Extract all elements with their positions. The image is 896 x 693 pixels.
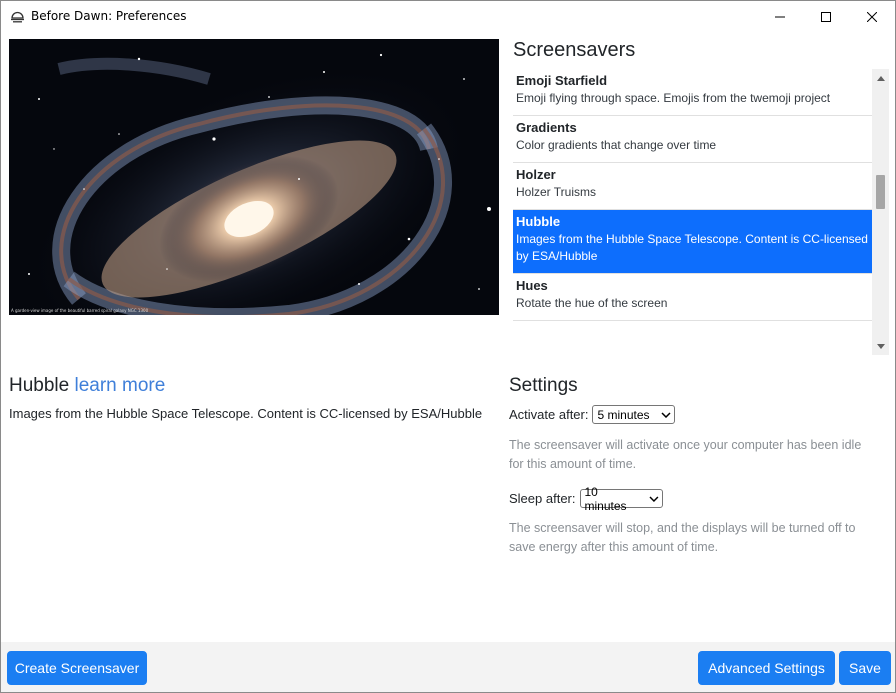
activate-help: The screensaver will activate once your … — [509, 438, 862, 471]
sleep-help: The screensaver will stop, and the displ… — [509, 521, 856, 554]
activate-value: 5 minutes — [597, 407, 650, 422]
chevron-down-icon — [876, 343, 885, 349]
screensaver-item-name: Hues — [516, 278, 548, 293]
screensaver-items: Emoji Starfield Emoji flying through spac… — [513, 69, 872, 321]
details-title: Hubble learn more — [9, 375, 165, 397]
sleep-label: Sleep after: — [509, 491, 576, 506]
screensaver-item-description: Holzer Truisms — [516, 185, 597, 199]
settings-heading: Settings — [509, 375, 578, 396]
screensaver-name: Hubble — [9, 375, 70, 396]
screensaver-item-name: Emoji Starfield — [516, 73, 608, 88]
learn-more-link[interactable]: learn more — [75, 375, 166, 396]
scroll-down-button[interactable] — [872, 338, 889, 355]
minimize-icon — [775, 16, 785, 17]
screensaver-item-description: Rotate the hue of the screen — [516, 296, 668, 310]
screensaver-preview: A garden-view image of the beautiful bar… — [9, 39, 499, 315]
activate-label: Activate after: — [509, 407, 589, 422]
scroll-up-button[interactable] — [872, 69, 889, 86]
before-dawn-icon — [10, 9, 25, 24]
close-icon — [867, 11, 877, 22]
scroll-thumb[interactable] — [876, 175, 885, 209]
maximize-icon — [821, 11, 831, 22]
screensaver-item-name: Holzer — [516, 167, 556, 182]
sleep-value: 10 minutes — [584, 484, 627, 513]
activate-select[interactable]: 5 minutes — [592, 405, 676, 424]
galaxy-image — [9, 39, 499, 315]
screensaver-item[interactable]: Hues Rotate the hue of the screen — [513, 274, 872, 321]
list-scrollbar[interactable] — [872, 69, 889, 355]
screensaver-item[interactable]: Holzer Holzer Truisms — [513, 163, 872, 210]
chevron-down-icon — [661, 411, 672, 418]
preview-caption: A garden-view image of the beautiful bar… — [11, 308, 149, 313]
window-title: Before Dawn: Preferences — [31, 9, 187, 23]
save-button[interactable]: Save — [839, 651, 891, 685]
chevron-down-icon — [649, 495, 659, 502]
advanced-settings-button[interactable]: Advanced Settings — [698, 651, 835, 685]
screensaver-item-name: Gradients — [516, 120, 577, 135]
details-description: Images from the Hubble Space Telescope. … — [9, 406, 483, 421]
create-screensaver-button[interactable]: Create Screensaver — [7, 651, 147, 685]
sleep-row: Sleep after: 10 minutes — [509, 485, 663, 513]
screensaver-item-description: Images from the Hubble Space Telescope. … — [516, 232, 868, 263]
preferences-window: Before Dawn: Preferences A garden-view i… — [0, 0, 896, 693]
close-button[interactable] — [849, 1, 895, 32]
maximize-button[interactable] — [803, 1, 849, 32]
minimize-button[interactable] — [757, 1, 803, 32]
footer-bar: Create Screensaver Advanced Settings Sav… — [1, 642, 895, 692]
screensaver-item-description: Emoji flying through space. Emojis from … — [516, 91, 831, 105]
screensaver-list[interactable]: Emoji Starfield Emoji flying through spac… — [513, 69, 889, 355]
sleep-select[interactable]: 10 minutes — [579, 485, 663, 513]
screensaver-item[interactable]: Hubble Images from the Hubble Space Teles… — [513, 210, 872, 274]
screensaver-item[interactable]: Gradients Color gradients that change ove… — [513, 116, 872, 163]
screensaver-item-description: Color gradients that change over time — [516, 138, 717, 152]
screensavers-heading: Screensavers — [513, 39, 636, 61]
screensaver-item-name: Hubble — [516, 214, 561, 229]
title-bar[interactable]: Before Dawn: Preferences — [1, 1, 895, 32]
screensaver-item[interactable]: Emoji Starfield Emoji flying through spac… — [513, 69, 872, 116]
activate-row: Activate after: 5 minutes — [509, 405, 676, 424]
chevron-up-icon — [876, 75, 885, 81]
